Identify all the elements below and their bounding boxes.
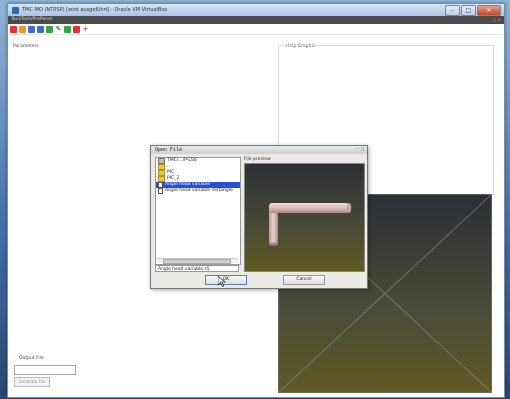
file-list-scrollbar[interactable]	[157, 258, 238, 264]
save-icon[interactable]	[28, 25, 35, 33]
output-file-label: Output File	[19, 356, 44, 361]
file-preview-pane	[244, 163, 365, 272]
view-icon[interactable]	[46, 25, 53, 33]
file-list-item[interactable]: Angle head variable rectangle	[156, 188, 240, 194]
dialog-titlebar: Open File – □	[151, 146, 367, 154]
file-item-label: TMC\...\P-LSS	[167, 158, 197, 163]
close-button[interactable]: ✕	[477, 5, 501, 16]
dialog-close-icon[interactable]: – □	[356, 146, 364, 154]
file-list[interactable]: TMC\...\P-LSS .. PIC PIC_2 Angle head va…	[155, 157, 241, 265]
dialog-title: Open File	[155, 147, 183, 153]
pointer-glyph	[217, 275, 226, 287]
file-name-input[interactable]: Angle head variable.s5	[155, 265, 239, 272]
disk-icon[interactable]	[37, 25, 44, 33]
angle-head-preview	[269, 203, 352, 246]
scrollbar-thumb[interactable]	[163, 259, 231, 264]
file-preview-label: File preview	[244, 157, 271, 162]
virtualbox-titlebar: TMC-MO (NT0SP) [wird ausgeführt] - Oracl…	[8, 4, 504, 16]
folder-icon[interactable]	[19, 25, 26, 33]
virtualbox-title: TMC-MO (NT0SP) [wird ausgeführt] - Oracl…	[22, 7, 168, 13]
pipe-vertical	[269, 208, 278, 244]
pipe-tip	[346, 203, 352, 213]
parameters-label: Parameters	[13, 44, 39, 49]
virtualbox-icon	[12, 6, 19, 14]
guest-titlebar: TecSTech/ProPanel _ □ ×	[8, 16, 504, 24]
file-item-label: Angle head variable rectangle	[165, 188, 233, 193]
output-file-input[interactable]	[14, 365, 76, 375]
target-icon[interactable]	[73, 25, 80, 33]
file-icon	[158, 188, 163, 194]
pencil-icon[interactable]: ✎	[55, 25, 62, 33]
maximize-button[interactable]: □	[461, 5, 476, 16]
crosshair-icon[interactable]: +	[82, 25, 89, 33]
close-icon[interactable]	[10, 25, 17, 33]
cancel-button[interactable]: Cancel	[283, 275, 325, 285]
window-controls: – □ ✕	[445, 5, 501, 16]
add-icon[interactable]	[64, 25, 71, 33]
pipe-horizontal	[269, 203, 349, 213]
generate-file-button[interactable]: Generate File	[14, 377, 50, 387]
guest-window-controls[interactable]: _ □ ×	[489, 16, 501, 24]
guest-toolbar: ✎ +	[8, 24, 504, 35]
open-file-dialog: Open File – □ TMC\...\P-LSS .. PIC PIC_2…	[150, 145, 368, 289]
pipe-end	[269, 242, 278, 246]
ok-button[interactable]: OK	[205, 275, 247, 285]
guest-title: TecSTech/ProPanel	[11, 17, 52, 22]
minimize-button[interactable]: –	[445, 5, 460, 16]
